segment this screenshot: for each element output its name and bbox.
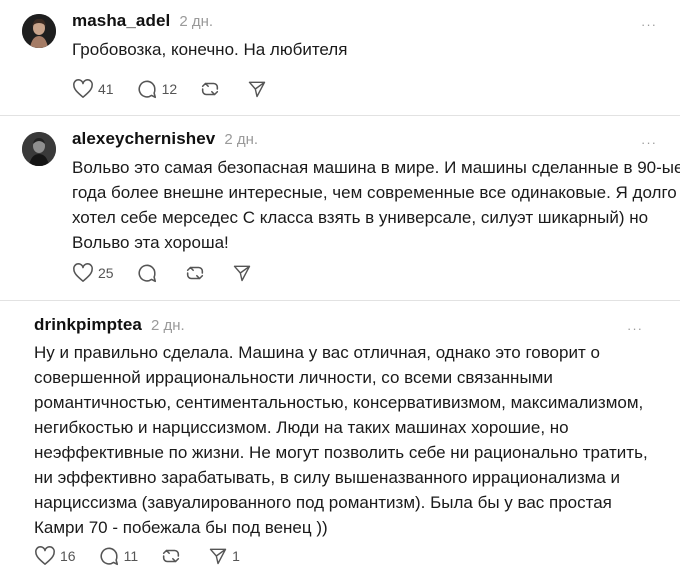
speech-bubble-icon — [136, 262, 158, 284]
comment-line: Вольво эта хороша! — [72, 233, 229, 252]
comment-text: Ну и правильно сделала. Машина у вас отл… — [34, 340, 648, 540]
share-button[interactable]: 1 — [208, 546, 240, 566]
reply-count: 12 — [161, 81, 178, 97]
like-button[interactable]: 16 — [34, 546, 76, 566]
like-count: 25 — [98, 265, 114, 281]
share-count: 1 — [232, 548, 240, 564]
comment-line: Ну и правильно сделала. Машина у вас отл… — [34, 343, 600, 362]
comment-line: Камри 70 - побежала бы под венец )) — [34, 518, 328, 537]
comment-line: Гробовозка, конечно. На любителя — [72, 40, 348, 59]
speech-bubble-icon — [98, 545, 120, 567]
avatar[interactable] — [22, 14, 56, 48]
comment-text: Гробовозка, конечно. На любителя — [72, 37, 347, 62]
reply-button[interactable] — [136, 262, 162, 284]
speech-bubble-icon — [136, 78, 158, 100]
like-button[interactable]: 41 — [72, 79, 114, 99]
timestamp: 2 дн. — [179, 13, 214, 30]
reply-button[interactable]: 11 — [98, 545, 139, 567]
reply-button[interactable]: 12 — [136, 78, 178, 100]
like-count: 16 — [60, 548, 76, 564]
share-button[interactable] — [247, 79, 271, 99]
divider — [0, 300, 680, 301]
paper-plane-icon — [247, 79, 267, 99]
username[interactable]: masha_adel — [72, 11, 170, 31]
comment-line: романтичностью, сентиментальностью, конс… — [34, 393, 644, 412]
comment-line: совершенной иррациональности личности, с… — [34, 368, 553, 387]
avatar[interactable] — [22, 132, 56, 166]
repost-button[interactable] — [184, 262, 210, 284]
timestamp: 2 дн. — [150, 317, 185, 334]
repost-arrows-icon — [184, 262, 206, 284]
reply-count: 11 — [123, 548, 139, 564]
more-dots-icon[interactable]: ··· — [641, 136, 657, 149]
repost-arrows-icon — [160, 545, 182, 567]
heart-icon — [34, 546, 56, 566]
more-dots-icon[interactable]: ··· — [641, 18, 657, 31]
comment-line: года более внешне интересные, чем соврем… — [72, 183, 677, 202]
heart-icon — [72, 79, 94, 99]
comment-line: Вольво это самая безопасная машина в мир… — [72, 158, 680, 177]
like-button[interactable]: 25 — [72, 263, 114, 283]
repost-arrows-icon — [199, 78, 221, 100]
username[interactable]: drinkpimptea — [34, 315, 142, 335]
comment-line: негибкостью и нарциссизмом. Люди на таки… — [34, 418, 569, 437]
comment-line: неэффективные по жизни. Не могут позволи… — [34, 443, 648, 462]
paper-plane-icon — [232, 263, 252, 283]
username[interactable]: alexeychernishev — [72, 129, 215, 149]
like-count: 41 — [98, 81, 114, 97]
heart-icon — [72, 263, 94, 283]
timestamp: 2 дн. — [224, 131, 259, 148]
share-button[interactable] — [232, 263, 256, 283]
more-dots-icon[interactable]: ··· — [627, 322, 643, 335]
repost-button[interactable] — [199, 78, 225, 100]
comment-line: хотел себе мерседес С класса взять в уни… — [72, 208, 649, 227]
comment-line: ни эффективно зарабатывать, в силу вышен… — [34, 468, 620, 487]
divider — [0, 115, 680, 116]
comment-line: нарциссизма (завуалированного под романт… — [34, 493, 612, 512]
comment-text: Вольво это самая безопасная машина в мир… — [72, 155, 680, 255]
paper-plane-icon — [208, 546, 228, 566]
repost-button[interactable] — [160, 545, 186, 567]
